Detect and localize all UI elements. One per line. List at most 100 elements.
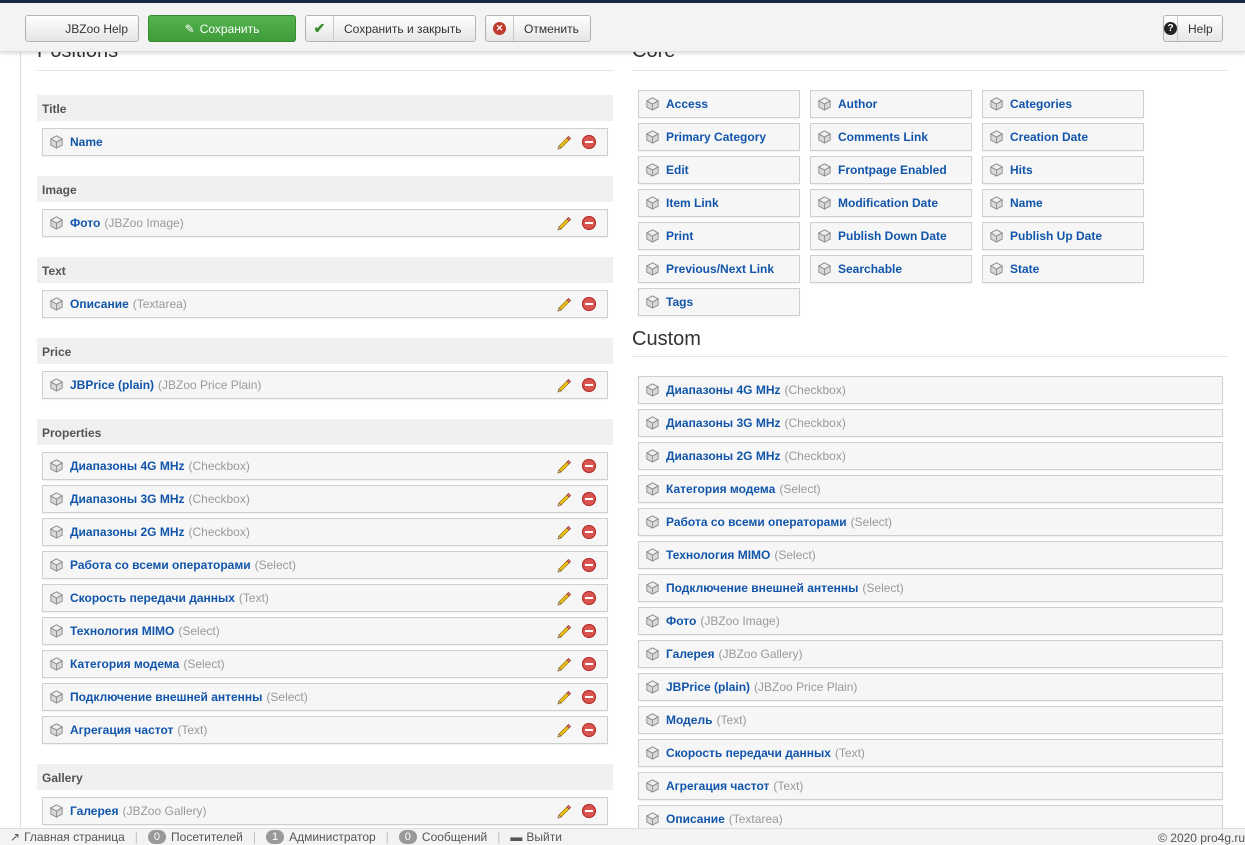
custom-element[interactable]: Категория модема (Select)	[638, 475, 1223, 503]
core-element[interactable]: Publish Up Date	[982, 222, 1144, 250]
core-element[interactable]: State	[982, 255, 1144, 283]
edit-pencil-icon[interactable]	[556, 134, 572, 150]
custom-element[interactable]: Модель (Text)	[638, 706, 1223, 734]
help-button[interactable]: ? Help	[1163, 15, 1223, 42]
custom-element[interactable]: Диапазоны 2G MHz (Checkbox)	[638, 442, 1223, 470]
custom-element[interactable]: Скорость передачи данных (Text)	[638, 739, 1223, 767]
position-element[interactable]: Категория модема (Select)	[42, 650, 608, 678]
element-type: (Select)	[850, 515, 892, 529]
edit-pencil-icon[interactable]	[556, 491, 572, 507]
save-close-button[interactable]: ✔ Сохранить и закрыть	[305, 15, 476, 42]
edit-pencil-icon[interactable]	[556, 722, 572, 738]
element-cube-icon	[645, 647, 660, 661]
edit-pencil-icon[interactable]	[556, 623, 572, 639]
delete-icon[interactable]	[582, 690, 596, 704]
save-button[interactable]: ✎ Сохранить	[148, 15, 296, 42]
check-icon: ✔	[306, 16, 334, 41]
logout-link[interactable]: ▬ Выйти	[510, 830, 562, 844]
core-element[interactable]: Name	[982, 189, 1144, 217]
core-element[interactable]: Item Link	[638, 189, 800, 217]
delete-icon[interactable]	[582, 591, 596, 605]
core-element[interactable]: Searchable	[810, 255, 972, 283]
custom-element[interactable]: Диапазоны 4G MHz (Checkbox)	[638, 376, 1223, 404]
edit-pencil-icon[interactable]	[556, 458, 572, 474]
core-element[interactable]: Tags	[638, 288, 800, 316]
position-element[interactable]: Технология MIMO (Select)	[42, 617, 608, 645]
delete-icon[interactable]	[582, 804, 596, 818]
core-element[interactable]: Author	[810, 90, 972, 118]
position-element[interactable]: Name	[42, 128, 608, 156]
edit-pencil-icon[interactable]	[556, 689, 572, 705]
position-element[interactable]: Работа со всеми операторами (Select)	[42, 551, 608, 579]
element-name: Подключение внешней антенны	[666, 581, 859, 595]
cancel-label: Отменить	[524, 21, 579, 36]
core-element[interactable]: Comments Link	[810, 123, 972, 151]
position-element[interactable]: Описание (Textarea)	[42, 290, 608, 318]
core-element[interactable]: Modification Date	[810, 189, 972, 217]
core-element[interactable]: Edit	[638, 156, 800, 184]
core-element[interactable]: Categories	[982, 90, 1144, 118]
custom-element[interactable]: Подключение внешней антенны (Select)	[638, 574, 1223, 602]
delete-icon[interactable]	[582, 492, 596, 506]
element-cube-icon	[645, 449, 660, 463]
edit-pencil-icon[interactable]	[556, 215, 572, 231]
edit-pencil-icon[interactable]	[556, 557, 572, 573]
home-link[interactable]: ↗ Главная страница	[10, 830, 125, 844]
core-element[interactable]: Primary Category	[638, 123, 800, 151]
edit-pencil-icon[interactable]	[556, 524, 572, 540]
custom-element[interactable]: JBPrice (plain) (JBZoo Price Plain)	[638, 673, 1223, 701]
custom-element[interactable]: Работа со всеми операторами (Select)	[638, 508, 1223, 536]
element-cube-icon	[49, 378, 64, 392]
core-element[interactable]: Print	[638, 222, 800, 250]
position-element[interactable]: Галерея (JBZoo Gallery)	[42, 797, 608, 825]
delete-icon[interactable]	[582, 216, 596, 230]
edit-pencil-icon[interactable]	[556, 803, 572, 819]
delete-icon[interactable]	[582, 378, 596, 392]
delete-icon[interactable]	[582, 459, 596, 473]
delete-icon[interactable]	[582, 558, 596, 572]
position-group-header: Price	[37, 338, 613, 364]
edit-pencil-icon[interactable]	[556, 296, 572, 312]
element-type: (Checkbox)	[784, 383, 846, 397]
element-cube-icon	[989, 229, 1004, 243]
core-element[interactable]: Frontpage Enabled	[810, 156, 972, 184]
custom-element[interactable]: Описание (Textarea)	[638, 805, 1223, 828]
edit-pencil-icon[interactable]	[556, 656, 572, 672]
custom-element[interactable]: Агрегация частот (Text)	[638, 772, 1223, 800]
core-element[interactable]: Hits	[982, 156, 1144, 184]
position-element[interactable]: Подключение внешней антенны (Select)	[42, 683, 608, 711]
element-name: Edit	[666, 163, 689, 177]
delete-icon[interactable]	[582, 135, 596, 149]
element-name: Item Link	[666, 196, 719, 210]
cancel-button[interactable]: ✕ Отменить	[485, 15, 591, 42]
custom-element[interactable]: Технология MIMO (Select)	[638, 541, 1223, 569]
delete-icon[interactable]	[582, 525, 596, 539]
position-group-header: Image	[37, 176, 613, 202]
position-group-header: Text	[37, 257, 613, 283]
position-element[interactable]: Диапазоны 2G MHz (Checkbox)	[42, 518, 608, 546]
delete-icon[interactable]	[582, 657, 596, 671]
logout-label: Выйти	[526, 830, 562, 844]
delete-icon[interactable]	[582, 624, 596, 638]
element-cube-icon	[645, 97, 660, 111]
custom-element[interactable]: Диапазоны 3G MHz (Checkbox)	[638, 409, 1223, 437]
edit-pencil-icon[interactable]	[556, 377, 572, 393]
element-cube-icon	[49, 723, 64, 737]
position-element[interactable]: JBPrice (plain) (JBZoo Price Plain)	[42, 371, 608, 399]
position-element[interactable]: Диапазоны 4G MHz (Checkbox)	[42, 452, 608, 480]
core-element[interactable]: Publish Down Date	[810, 222, 972, 250]
element-type: (JBZoo Gallery)	[718, 647, 803, 661]
custom-element[interactable]: Галерея (JBZoo Gallery)	[638, 640, 1223, 668]
position-element[interactable]: Скорость передачи данных (Text)	[42, 584, 608, 612]
position-element[interactable]: Агрегация частот (Text)	[42, 716, 608, 744]
delete-icon[interactable]	[582, 723, 596, 737]
edit-pencil-icon[interactable]	[556, 590, 572, 606]
core-element[interactable]: Creation Date	[982, 123, 1144, 151]
core-element[interactable]: Previous/Next Link	[638, 255, 800, 283]
custom-element[interactable]: Фото (JBZoo Image)	[638, 607, 1223, 635]
jbzoo-help-button[interactable]: JBZoo Help	[25, 15, 139, 42]
position-element[interactable]: Фото (JBZoo Image)	[42, 209, 608, 237]
position-element[interactable]: Диапазоны 3G MHz (Checkbox)	[42, 485, 608, 513]
core-element[interactable]: Access	[638, 90, 800, 118]
delete-icon[interactable]	[582, 297, 596, 311]
